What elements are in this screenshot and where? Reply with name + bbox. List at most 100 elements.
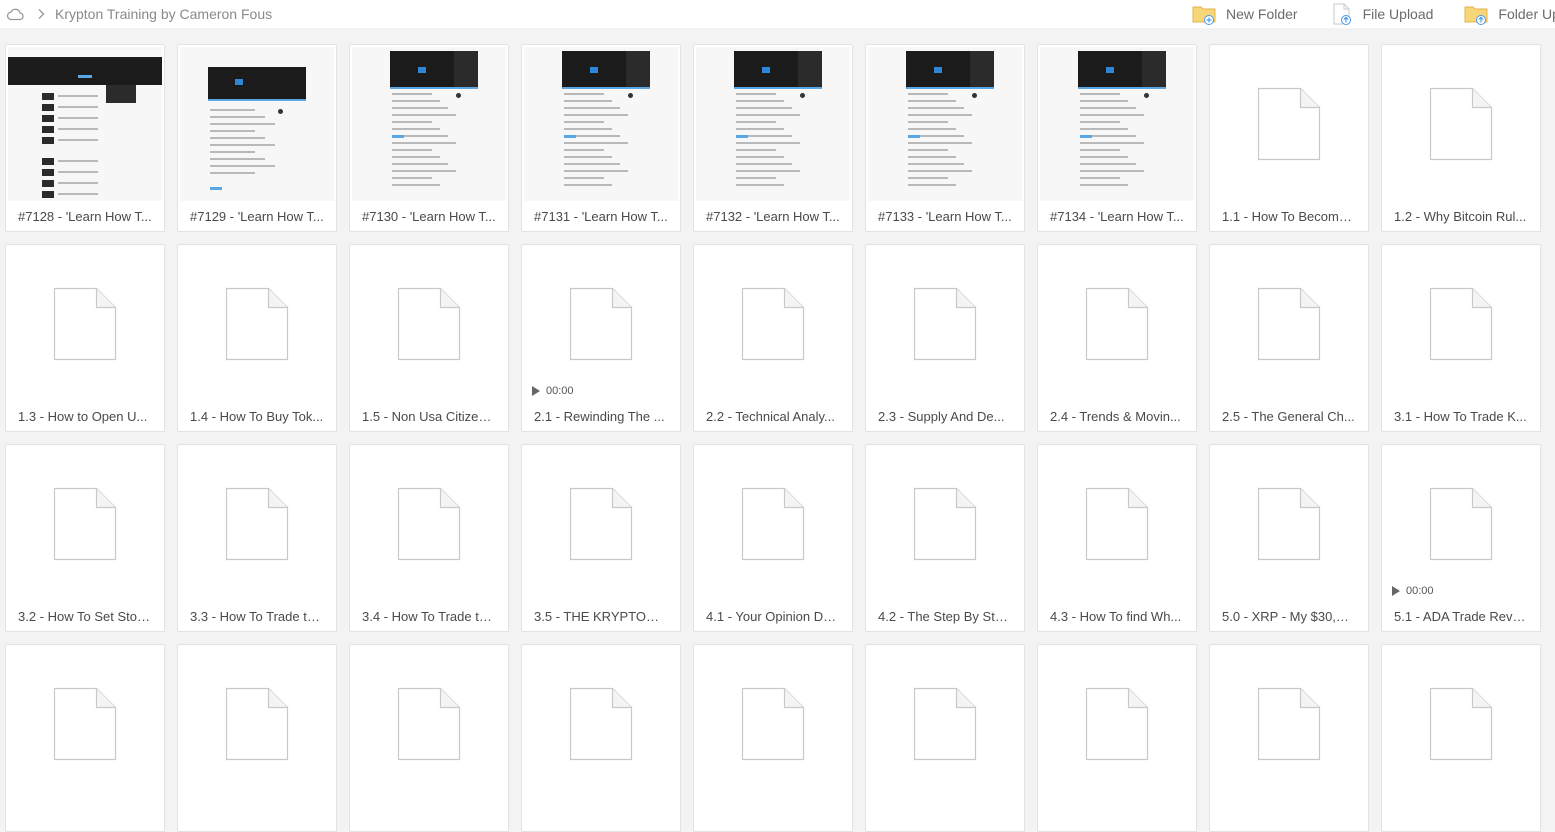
file-tile[interactable]: #7130 - 'Learn How T...: [349, 44, 509, 232]
file-upload-icon: [1333, 3, 1351, 25]
file-tile[interactable]: 3.1 - How To Trade K...: [1381, 244, 1541, 432]
file-tile[interactable]: [865, 644, 1025, 832]
screenshot-thumbnail: [696, 47, 850, 201]
file-name: 1.5 - Non Usa Citizen...: [362, 408, 496, 424]
file-name: 3.3 - How To Trade th...: [190, 608, 324, 624]
file-name-container: 5.1 - ADA Trade Revie...: [1382, 601, 1540, 631]
file-name: 3.4 - How To Trade th...: [362, 608, 496, 624]
file-name-container: 1.2 - Why Bitcoin Rul...: [1382, 201, 1540, 231]
file-tile[interactable]: 1.2 - Why Bitcoin Rul...: [1381, 44, 1541, 232]
document-icon: [1429, 487, 1493, 561]
file-tile[interactable]: #7132 - 'Learn How T...: [693, 44, 853, 232]
file-tile[interactable]: [1037, 644, 1197, 832]
file-name: 4.2 - The Step By Ste...: [878, 608, 1012, 624]
file-name-container: [178, 801, 336, 831]
document-icon: [913, 687, 977, 761]
file-tile[interactable]: 4.2 - The Step By Ste...: [865, 444, 1025, 632]
file-tile[interactable]: 1.3 - How to Open U...: [5, 244, 165, 432]
file-tile[interactable]: 1.1 - How To Become...: [1209, 44, 1369, 232]
document-icon: [1429, 87, 1493, 161]
file-tile[interactable]: 3.4 - How To Trade th...: [349, 444, 509, 632]
file-preview: [1210, 445, 1368, 603]
breadcrumb-current-folder[interactable]: Krypton Training by Cameron Fous: [55, 6, 272, 22]
file-preview: [178, 45, 336, 203]
file-tile[interactable]: #7128 - 'Learn How T...: [5, 44, 165, 232]
file-name-container: #7129 - 'Learn How T...: [178, 201, 336, 231]
file-name-container: [1038, 801, 1196, 831]
file-tile[interactable]: 2.5 - The General Ch...: [1209, 244, 1369, 432]
file-tile[interactable]: 4.1 - Your Opinion Do...: [693, 444, 853, 632]
file-preview: [178, 445, 336, 603]
media-player[interactable]: 00:00: [1392, 585, 1434, 597]
play-icon[interactable]: [532, 386, 540, 396]
file-preview: [1382, 645, 1540, 803]
file-tile[interactable]: 00:00 2.1 - Rewinding The ...: [521, 244, 681, 432]
document-icon: [741, 687, 805, 761]
file-preview: [1382, 445, 1540, 603]
new-folder-label: New Folder: [1226, 6, 1298, 22]
file-preview: [522, 445, 680, 603]
file-upload-button[interactable]: File Upload: [1331, 3, 1433, 25]
file-tile[interactable]: [1209, 644, 1369, 832]
file-name: #7129 - 'Learn How T...: [190, 208, 324, 224]
chevron-right-icon: [38, 9, 45, 19]
file-preview: [6, 645, 164, 803]
breadcrumb: Krypton Training by Cameron Fous: [0, 6, 272, 22]
screenshot-thumbnail: [524, 47, 678, 201]
file-name: #7128 - 'Learn How T...: [18, 208, 152, 224]
media-player[interactable]: 00:00: [532, 385, 574, 397]
file-name: 2.1 - Rewinding The ...: [534, 408, 665, 424]
document-icon: [397, 687, 461, 761]
file-preview: [522, 45, 680, 203]
new-folder-button[interactable]: New Folder: [1192, 3, 1298, 25]
file-tile[interactable]: 00:00 5.1 - ADA Trade Revie...: [1381, 444, 1541, 632]
file-tile[interactable]: 3.5 - THE KRYPTONIT...: [521, 444, 681, 632]
play-icon[interactable]: [1392, 586, 1400, 596]
file-name: 2.4 - Trends & Movin...: [1050, 408, 1181, 424]
file-name-container: [1382, 801, 1540, 831]
file-tile[interactable]: 2.3 - Supply And De...: [865, 244, 1025, 432]
file-name: 1.2 - Why Bitcoin Rul...: [1394, 208, 1527, 224]
file-tile[interactable]: 1.5 - Non Usa Citizen...: [349, 244, 509, 432]
document-icon: [741, 487, 805, 561]
file-name-container: [1210, 801, 1368, 831]
cloud-icon[interactable]: [6, 7, 24, 21]
file-tile[interactable]: [5, 644, 165, 832]
document-icon: [53, 287, 117, 361]
file-preview: [6, 45, 164, 203]
file-preview: [522, 245, 680, 403]
file-tile[interactable]: 3.3 - How To Trade th...: [177, 444, 337, 632]
file-tile[interactable]: 2.4 - Trends & Movin...: [1037, 244, 1197, 432]
document-icon: [569, 687, 633, 761]
file-tile[interactable]: 5.0 - XRP - My $30,00...: [1209, 444, 1369, 632]
file-preview: [866, 645, 1024, 803]
file-tile[interactable]: #7133 - 'Learn How T...: [865, 44, 1025, 232]
file-preview: [866, 245, 1024, 403]
file-preview: [6, 245, 164, 403]
file-tile[interactable]: 3.2 - How To Set Stop...: [5, 444, 165, 632]
file-tile[interactable]: #7134 - 'Learn How T...: [1037, 44, 1197, 232]
file-name-container: 2.5 - The General Ch...: [1210, 401, 1368, 431]
folder-upload-icon: [1464, 6, 1488, 25]
file-tile[interactable]: 4.3 - How To find Wh...: [1037, 444, 1197, 632]
document-icon: [397, 487, 461, 561]
file-preview: [350, 45, 508, 203]
file-tile[interactable]: #7129 - 'Learn How T...: [177, 44, 337, 232]
file-name-container: 3.2 - How To Set Stop...: [6, 601, 164, 631]
file-tile[interactable]: [349, 644, 509, 832]
file-tile[interactable]: [177, 644, 337, 832]
file-tile[interactable]: [1381, 644, 1541, 832]
file-tile[interactable]: [693, 644, 853, 832]
screenshot-thumbnail: [180, 47, 334, 201]
file-name-container: 4.1 - Your Opinion Do...: [694, 601, 852, 631]
file-name: 2.3 - Supply And De...: [878, 408, 1005, 424]
file-tile[interactable]: 1.4 - How To Buy Tok...: [177, 244, 337, 432]
file-tile[interactable]: 2.2 - Technical Analy...: [693, 244, 853, 432]
file-name-container: 3.3 - How To Trade th...: [178, 601, 336, 631]
folder-upload-button[interactable]: Folder Upload: [1464, 3, 1555, 25]
file-tile[interactable]: #7131 - 'Learn How T...: [521, 44, 681, 232]
top-bar: Krypton Training by Cameron Fous New Fol…: [0, 0, 1555, 28]
file-name-container: 1.4 - How To Buy Tok...: [178, 401, 336, 431]
file-tile[interactable]: [521, 644, 681, 832]
file-name-container: [522, 801, 680, 831]
